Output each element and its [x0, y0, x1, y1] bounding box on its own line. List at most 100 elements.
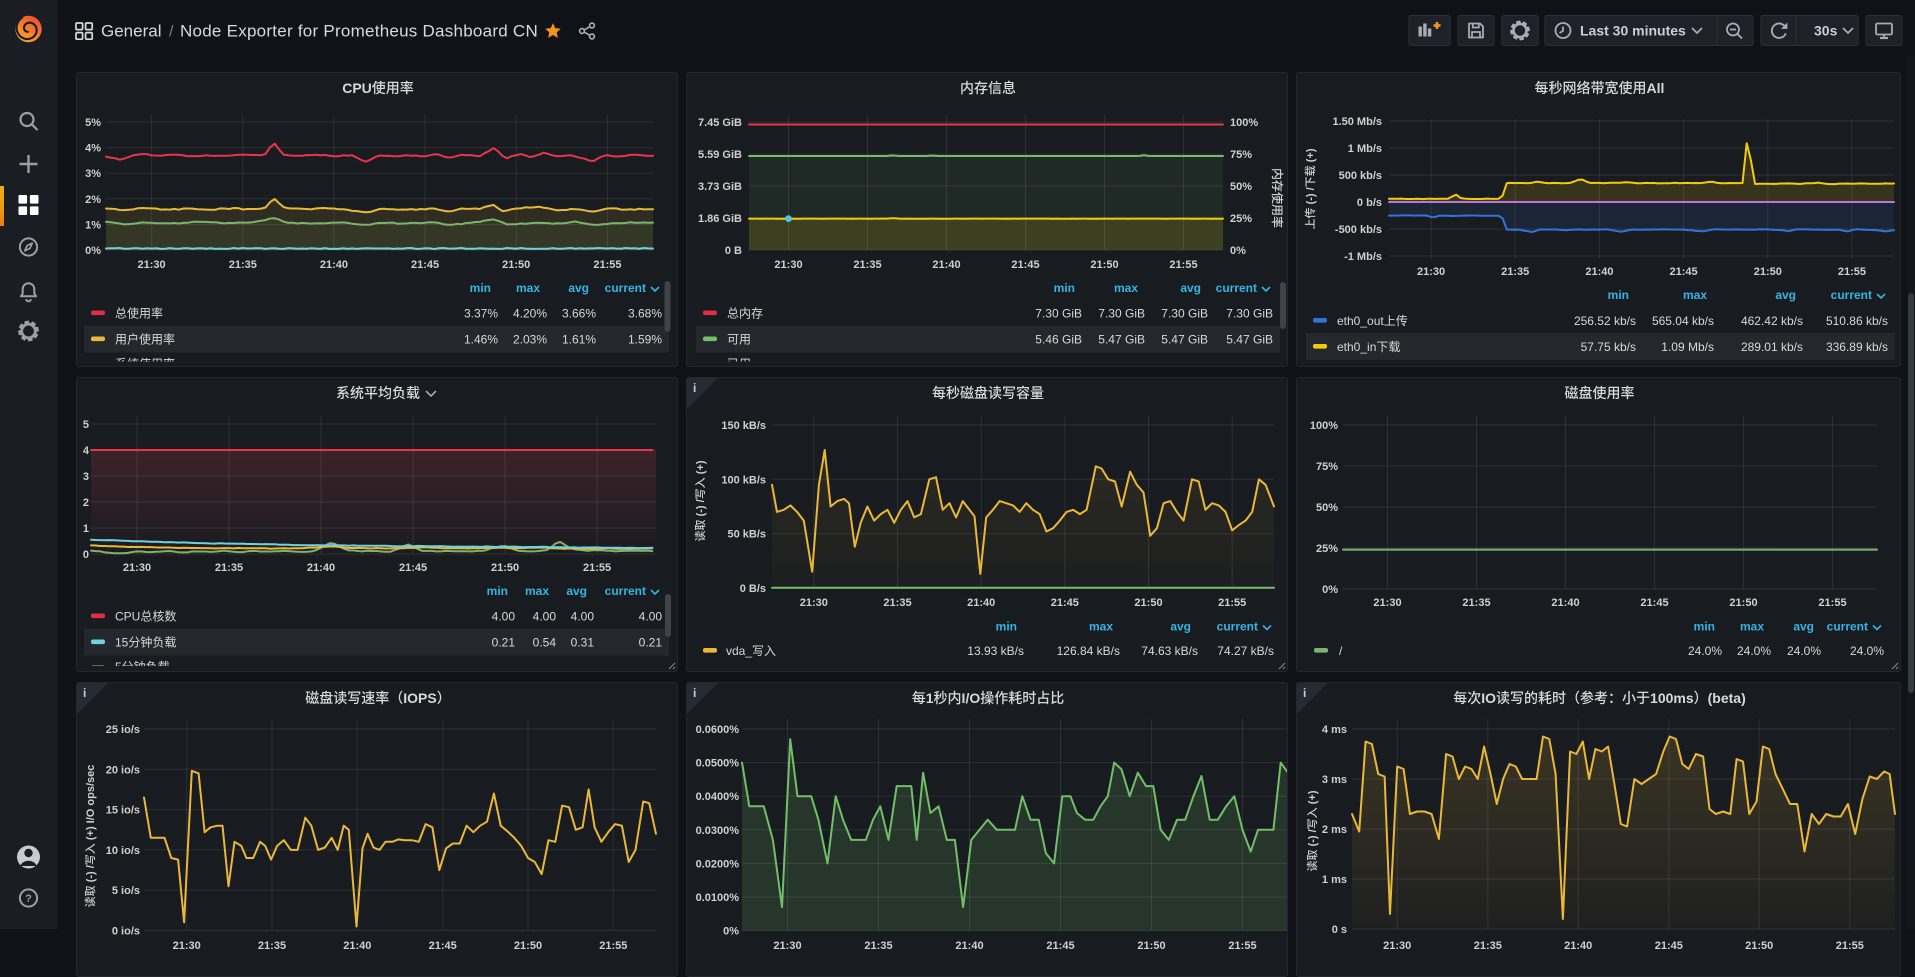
svg-text:current: current [1217, 620, 1258, 634]
svg-text:1.46%: 1.46% [464, 333, 498, 347]
svg-text:0.21: 0.21 [492, 636, 516, 650]
svg-text:i: i [693, 686, 696, 700]
svg-text:2 ms: 2 ms [1322, 824, 1347, 836]
svg-text:289.01 kb/s: 289.01 kb/s [1741, 340, 1803, 354]
svg-text:0.27: 0.27 [571, 665, 595, 673]
svg-text:21:30: 21:30 [1383, 940, 1411, 952]
svg-text:3: 3 [83, 471, 89, 483]
svg-text:用户使用率: 用户使用率 [115, 332, 175, 347]
svg-text:21:45: 21:45 [1046, 940, 1074, 952]
svg-text:avg: avg [1793, 620, 1814, 634]
svg-text:avg: avg [568, 281, 589, 295]
svg-text:21:55: 21:55 [1818, 597, 1846, 609]
svg-text:21:50: 21:50 [514, 940, 542, 952]
svg-text:i: i [83, 686, 86, 700]
svg-text:21:40: 21:40 [955, 940, 983, 952]
svg-text:21:45: 21:45 [1051, 597, 1079, 609]
svg-text:21:35: 21:35 [853, 259, 881, 271]
svg-text:avg: avg [1170, 620, 1191, 634]
svg-text:21:50: 21:50 [1729, 597, 1757, 609]
svg-text:0%: 0% [1322, 584, 1338, 596]
svg-text:每1秒内I/O操作耗时占比: 每1秒内I/O操作耗时占比 [912, 690, 1064, 706]
svg-text:4.20%: 4.20% [513, 307, 547, 321]
svg-text:126.84 kB/s: 126.84 kB/s [1057, 644, 1120, 658]
svg-text:Last 30 minutes: Last 30 minutes [1580, 23, 1686, 39]
svg-text:21:30: 21:30 [1417, 266, 1445, 278]
svg-text:max: max [1683, 288, 1707, 302]
svg-text:24.0%: 24.0% [1787, 644, 1821, 658]
svg-text:avg: avg [1775, 288, 1796, 302]
svg-text:7.30 GiB: 7.30 GiB [1161, 307, 1208, 321]
svg-text:21:35: 21:35 [1462, 597, 1490, 609]
svg-text:0.0500%: 0.0500% [696, 758, 740, 770]
svg-text:1.83 GiB: 1.83 GiB [1161, 362, 1208, 368]
svg-text:0.31: 0.31 [571, 636, 595, 650]
svg-text:74.27 kB/s: 74.27 kB/s [1217, 644, 1274, 658]
svg-text:25 io/s: 25 io/s [106, 724, 140, 736]
svg-text:2%: 2% [85, 194, 101, 206]
svg-text:21:40: 21:40 [932, 259, 960, 271]
svg-text:21:50: 21:50 [1754, 266, 1782, 278]
svg-text:总内存: 总内存 [727, 307, 763, 321]
svg-text:150 kB/s: 150 kB/s [721, 420, 766, 432]
svg-text:0 s: 0 s [1332, 924, 1347, 936]
svg-text:max: max [525, 584, 549, 598]
svg-text:21:40: 21:40 [320, 259, 348, 271]
svg-text:1.82 GiB: 1.82 GiB [1226, 362, 1273, 368]
svg-text:57.75 kb/s: 57.75 kb/s [1581, 340, 1636, 354]
svg-text:21:30: 21:30 [173, 940, 201, 952]
svg-text:上传 (-) /下载 (+): 上传 (-) /下载 (+) [1303, 148, 1317, 229]
svg-text:3.37%: 3.37% [464, 307, 498, 321]
svg-text:25%: 25% [1316, 543, 1338, 555]
svg-text:avg: avg [566, 584, 587, 598]
svg-text:max: max [516, 281, 540, 295]
svg-text:CPU使用率: CPU使用率 [342, 80, 414, 96]
svg-text:21:30: 21:30 [123, 562, 151, 574]
svg-text:磁盘读写速率（IOPS）: 磁盘读写速率（IOPS） [305, 690, 450, 706]
svg-text:读取 (-) /写入 (+): 读取 (-) /写入 (+) [1305, 790, 1319, 871]
svg-text:1.61%: 1.61% [562, 333, 596, 347]
svg-text:min: min [470, 281, 491, 295]
svg-text:21:35: 21:35 [864, 940, 892, 952]
svg-text:24.0%: 24.0% [1850, 644, 1884, 658]
svg-text:21:30: 21:30 [800, 597, 828, 609]
svg-text:21:40: 21:40 [1564, 940, 1592, 952]
svg-text:可用: 可用 [727, 333, 751, 347]
svg-text:1: 1 [83, 523, 89, 535]
svg-text:24.0%: 24.0% [1688, 644, 1722, 658]
svg-text:21:40: 21:40 [1585, 266, 1613, 278]
svg-text:21:45: 21:45 [429, 940, 457, 952]
svg-text:21:45: 21:45 [1670, 266, 1698, 278]
svg-text:21:55: 21:55 [1838, 266, 1866, 278]
svg-text:21:35: 21:35 [883, 597, 911, 609]
svg-text:1 ms: 1 ms [1322, 874, 1347, 886]
svg-text:50 kB/s: 50 kB/s [727, 529, 766, 541]
svg-text:21:40: 21:40 [307, 562, 335, 574]
svg-text:读取 (-) /写入 (+): 读取 (-) /写入 (+) [693, 460, 707, 541]
svg-text:1.86 GiB: 1.86 GiB [1098, 362, 1145, 368]
svg-text:256.52 kb/s: 256.52 kb/s [1574, 314, 1636, 328]
svg-text:21:55: 21:55 [1218, 597, 1246, 609]
svg-text:0.21: 0.21 [639, 636, 663, 650]
svg-text:3%: 3% [85, 168, 101, 180]
svg-text:max: max [1740, 620, 1764, 634]
svg-text:min: min [1054, 281, 1075, 295]
svg-text:21:40: 21:40 [343, 940, 371, 952]
svg-text:0.20: 0.20 [492, 665, 516, 673]
svg-text:21:30: 21:30 [138, 259, 166, 271]
svg-text:21:50: 21:50 [1134, 597, 1162, 609]
svg-text:已用: 已用 [727, 357, 751, 367]
svg-text:21:45: 21:45 [411, 259, 439, 271]
svg-text:21:55: 21:55 [599, 940, 627, 952]
svg-text:max: max [1089, 620, 1113, 634]
svg-text:4.00: 4.00 [533, 610, 557, 624]
svg-text:-500 kb/s: -500 kb/s [1335, 224, 1382, 236]
svg-text:4 ms: 4 ms [1322, 724, 1347, 736]
svg-text:0.48%: 0.48% [562, 362, 596, 368]
svg-text:5 io/s: 5 io/s [112, 885, 140, 897]
svg-text:21:30: 21:30 [774, 259, 802, 271]
svg-text:i: i [693, 381, 696, 395]
svg-text:2.03%: 2.03% [513, 333, 547, 347]
svg-text:0.43%: 0.43% [464, 362, 498, 368]
svg-text:15 io/s: 15 io/s [106, 805, 140, 817]
